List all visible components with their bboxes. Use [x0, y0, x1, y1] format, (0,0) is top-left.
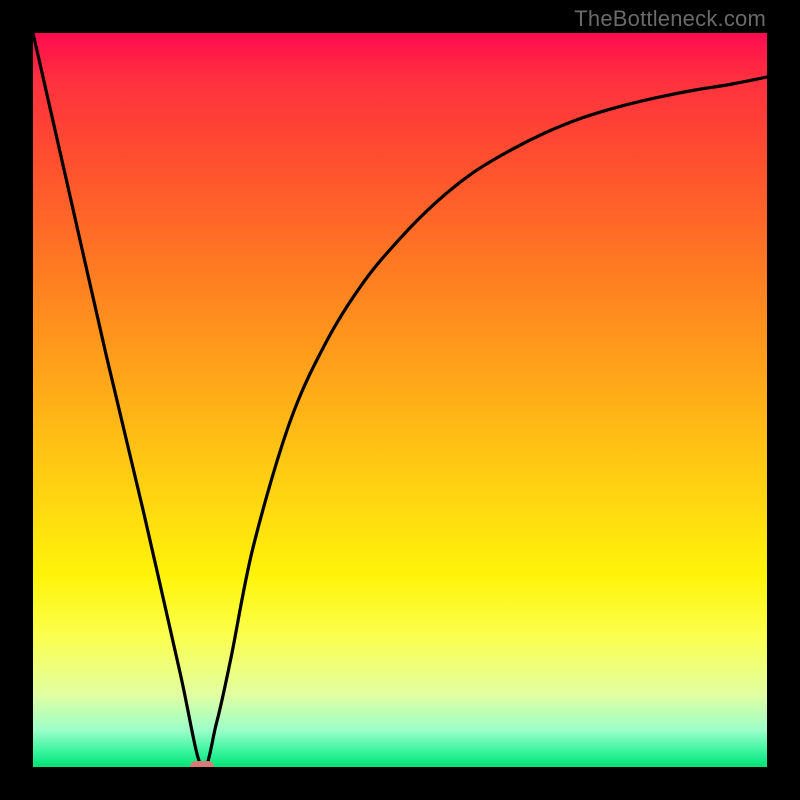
optimal-marker — [190, 761, 214, 767]
watermark-text: TheBottleneck.com — [574, 6, 766, 32]
curve-layer — [33, 33, 767, 767]
plot-area — [33, 33, 767, 767]
bottleneck-curve — [33, 33, 767, 767]
chart-frame: TheBottleneck.com — [0, 0, 800, 800]
